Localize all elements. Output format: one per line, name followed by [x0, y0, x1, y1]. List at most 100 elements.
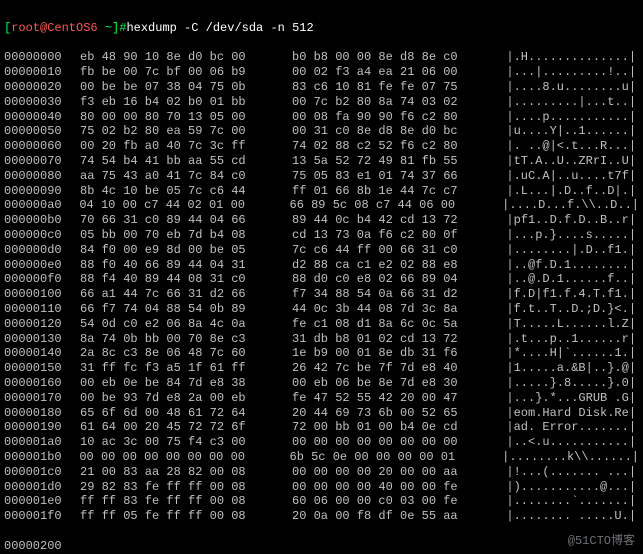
hexdump-row: 0000016000 eb 0e be 84 7d e8 38 00 eb 06…	[4, 376, 639, 391]
hexdump-gap	[280, 169, 292, 184]
hexdump-bytes-right: 66 89 5c 08 c7 44 06 00	[290, 198, 488, 213]
hexdump-row: 000000b070 66 31 c0 89 44 04 66 89 44 0c…	[4, 213, 639, 228]
hexdump-bytes-left: 31 ff fc f3 a5 1f 61 ff	[80, 361, 280, 376]
hexdump-row: 000000c005 bb 00 70 eb 7d b4 08 cd 13 73…	[4, 228, 639, 243]
hexdump-row: 000001b000 00 00 00 00 00 00 00 6b 5c 0e…	[4, 450, 639, 465]
hexdump-bytes-right: 00 31 c0 8e d8 8e d0 bc	[292, 124, 492, 139]
hexdump-gap	[280, 272, 292, 287]
hexdump-gap	[280, 465, 292, 480]
hexdump-gap	[280, 346, 292, 361]
hexdump-addr: 00000180	[4, 406, 80, 421]
hexdump-bytes-right: 00 08 fa 90 90 f6 c2 80	[292, 110, 492, 125]
hexdump-addr: 00000160	[4, 376, 80, 391]
hexdump-tail-row: 00000200	[4, 539, 639, 554]
hexdump-bytes-right: d2 88 ca c1 e2 02 88 e8	[292, 258, 492, 273]
hexdump-bytes-right: 75 05 83 e1 01 74 37 66	[292, 169, 492, 184]
hexdump-gap	[280, 95, 292, 110]
hexdump-ascii: |. ..@|<.t...R...|	[492, 139, 639, 154]
hexdump-row: 000001f0ff ff 05 fe ff ff 00 08 20 0a 00…	[4, 509, 639, 524]
hexdump-bytes-right: cd 13 73 0a f6 c2 80 0f	[292, 228, 492, 243]
prompt-path: ~	[98, 21, 112, 35]
hexdump-bytes-left: 00 be 93 7d e8 2a 00 eb	[80, 391, 280, 406]
hexdump-row: 000001d029 82 83 fe ff ff 00 08 00 00 00…	[4, 480, 639, 495]
hexdump-bytes-right: 1e b9 00 01 8e db 31 f6	[292, 346, 492, 361]
hexdump-bytes-left: 66 a1 44 7c 66 31 d2 66	[80, 287, 280, 302]
hexdump-ascii: |tT.A..U..ZRrI..U|	[492, 154, 639, 169]
hexdump-gap	[280, 228, 292, 243]
hexdump-bytes-right: 72 00 bb 01 00 b4 0e cd	[292, 420, 492, 435]
hexdump-bytes-right: 00 00 00 00 00 00 00 00	[292, 435, 492, 450]
hexdump-bytes-left: 00 20 fb a0 40 7c 3c ff	[80, 139, 280, 154]
hexdump-bytes-right: 26 42 7c be 7f 7d e8 40	[292, 361, 492, 376]
hexdump-gap	[278, 198, 290, 213]
hexdump-gap	[280, 480, 292, 495]
hexdump-addr: 000001b0	[4, 450, 79, 465]
hexdump-gap	[280, 213, 292, 228]
hexdump-addr: 00000090	[4, 184, 80, 199]
hexdump-addr: 00000130	[4, 332, 80, 347]
hexdump-ascii: |...|.........!..|	[492, 65, 639, 80]
hexdump-bytes-right: 13 5a 52 72 49 81 fb 55	[292, 154, 492, 169]
hexdump-row: 0000019061 64 00 20 45 72 72 6f 72 00 bb…	[4, 420, 639, 435]
hexdump-bytes-left: fb be 00 7c bf 00 06 b9	[80, 65, 280, 80]
hexdump-bytes-left: 65 6f 6d 00 48 61 72 64	[80, 406, 280, 421]
hexdump-ascii: |f.t..T..D.;D.}<.|	[492, 302, 639, 317]
hexdump-bytes-left: 74 54 b4 41 bb aa 55 cd	[80, 154, 280, 169]
hexdump-gap	[280, 406, 292, 421]
hexdump-row: 0000006000 20 fb a0 40 7c 3c ff 74 02 88…	[4, 139, 639, 154]
hexdump-row: 00000030f3 eb 16 b4 02 b0 01 bb 00 7c b2…	[4, 95, 639, 110]
prompt-line[interactable]: [root@CentOS6 ~]#hexdump -C /dev/sda -n …	[4, 21, 639, 36]
hexdump-bytes-right: 20 0a 00 f8 df 0e 55 aa	[292, 509, 492, 524]
hexdump-bytes-left: 21 00 83 aa 28 82 00 08	[80, 465, 280, 480]
terminal-output: [root@CentOS6 ~]#hexdump -C /dev/sda -n …	[0, 0, 643, 554]
hexdump-row: 0000011066 f7 74 04 88 54 0b 89 44 0c 3b…	[4, 302, 639, 317]
hexdump-bytes-right: 60 06 00 00 c0 03 00 fe	[292, 494, 492, 509]
hexdump-row: 000000d084 f0 00 e9 8d 00 be 05 7c c6 44…	[4, 243, 639, 258]
hexdump-bytes-right: 00 7c b2 80 8a 74 03 02	[292, 95, 492, 110]
hexdump-row: 00000080aa 75 43 a0 41 7c 84 c0 75 05 83…	[4, 169, 639, 184]
hexdump-ascii: |*....H|`......1.|	[492, 346, 639, 361]
prompt-user-host: root@CentOS6	[11, 21, 97, 35]
hexdump-ascii: |T.....L......l.Z|	[492, 317, 639, 332]
hexdump-bytes-right: 00 02 f3 a4 ea 21 06 00	[292, 65, 492, 80]
hexdump-ascii: |....p...........|	[492, 110, 639, 125]
hexdump-bytes-right: 6b 5c 0e 00 00 00 00 01	[290, 450, 488, 465]
hexdump-ascii: |...}.*...GRUB .G|	[492, 391, 639, 406]
hexdump-addr: 000000b0	[4, 213, 80, 228]
hexdump-bytes-left: 75 02 b2 80 ea 59 7c 00	[80, 124, 280, 139]
hexdump-ascii: |...p.}....s.....|	[492, 228, 639, 243]
hexdump-gap	[280, 154, 292, 169]
hexdump-bytes-left: 29 82 83 fe ff ff 00 08	[80, 480, 280, 495]
hexdump-gap	[280, 420, 292, 435]
hexdump-addr: 00000020	[4, 80, 80, 95]
hexdump-bytes-left: 00 eb 0e be 84 7d e8 38	[80, 376, 280, 391]
hexdump-bytes-right: fe 47 52 55 42 20 00 47	[292, 391, 492, 406]
hexdump-ascii: |.H..............|	[492, 50, 639, 65]
hexdump-bytes-right: 83 c6 10 81 fe fe 07 75	[292, 80, 492, 95]
hexdump-gap	[280, 65, 292, 80]
hexdump-addr: 00000150	[4, 361, 80, 376]
hexdump-bytes-left: eb 48 90 10 8e d0 bc 00	[80, 50, 280, 65]
hexdump-bytes-left: 05 bb 00 70 eb 7d b4 08	[80, 228, 280, 243]
hexdump-ascii: |....D...f.\\..D..|	[488, 198, 639, 213]
hexdump-gap	[280, 435, 292, 450]
hexdump-addr: 000001a0	[4, 435, 80, 450]
hexdump-row: 0000007074 54 b4 41 bb aa 55 cd 13 5a 52…	[4, 154, 639, 169]
hexdump-row: 000000e088 f0 40 66 89 44 04 31 d2 88 ca…	[4, 258, 639, 273]
hexdump-gap	[280, 80, 292, 95]
hexdump-bytes-left: 80 00 00 80 70 13 05 00	[80, 110, 280, 125]
hexdump-ascii: |pf1..D.f.D..B..r|	[492, 213, 639, 228]
hexdump-row: 000001a010 ac 3c 00 75 f4 c3 00 00 00 00…	[4, 435, 639, 450]
hexdump-ascii: |..@.D.1......f..|	[492, 272, 639, 287]
hexdump-addr: 00000030	[4, 95, 80, 110]
hexdump-addr: 000001c0	[4, 465, 80, 480]
hexdump-addr: 000000d0	[4, 243, 80, 258]
hexdump-gap	[280, 110, 292, 125]
hexdump-gap	[278, 450, 290, 465]
hexdump-gap	[280, 184, 292, 199]
hexdump-addr: 00000120	[4, 317, 80, 332]
hexdump-addr: 00000040	[4, 110, 80, 125]
hexdump-row: 000001308a 74 0b bb 00 70 8e c3 31 db b8…	[4, 332, 639, 347]
hexdump-row: 0000018065 6f 6d 00 48 61 72 64 20 44 69…	[4, 406, 639, 421]
hexdump-ascii: |!...(....... ...|	[492, 465, 639, 480]
